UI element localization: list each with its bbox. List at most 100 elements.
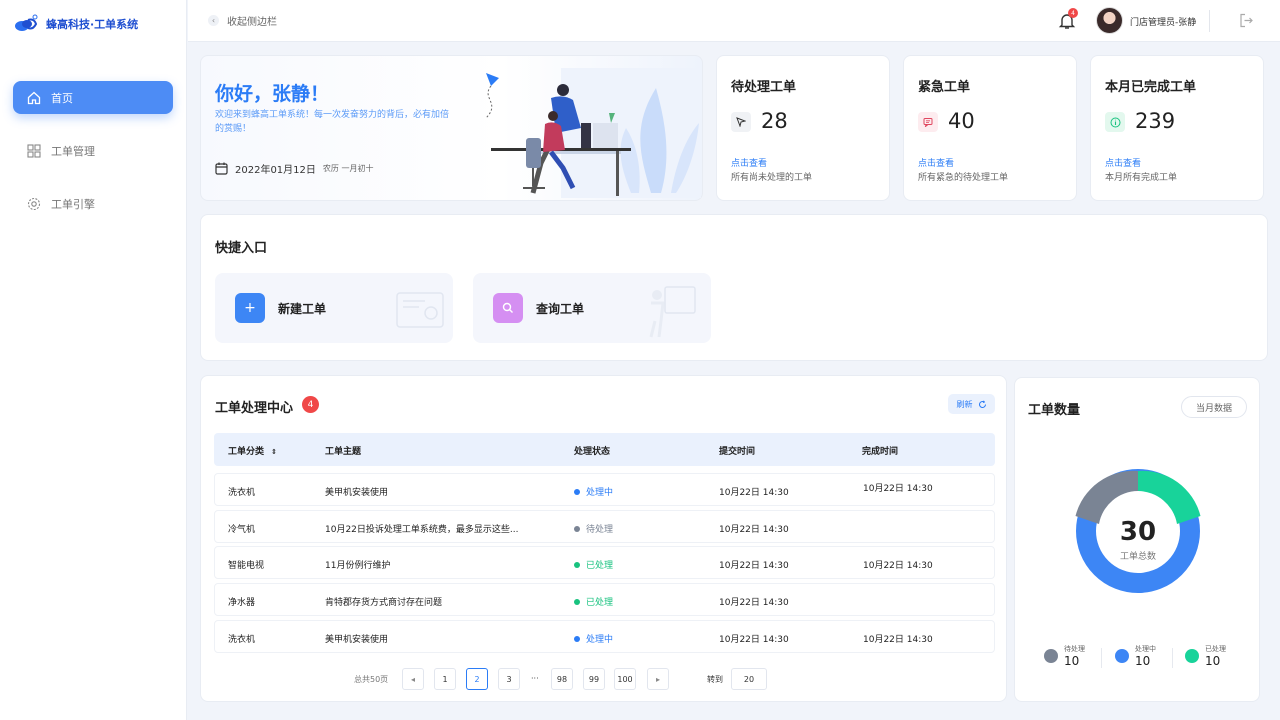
column-header-subject: 工单主题: [325, 447, 362, 457]
cell-status: 处理中: [574, 485, 613, 498]
table-row[interactable]: 洗衣机 美甲机安装使用 处理中 10月22日 14:30 10月22日 14:3…: [214, 473, 995, 506]
brand-logo[interactable]: 蜂高科技·工单系统: [14, 12, 138, 36]
welcome-message: 欢迎来到蜂高工单系统！每一次发奋努力的背后，必有加倍的赏赐！: [215, 110, 450, 134]
sidebar-item-home[interactable]: 首页: [13, 81, 173, 114]
ticket-center-title: 工单处理中心: [215, 401, 294, 416]
new-ticket-button[interactable]: + 新建工单: [215, 273, 453, 343]
legend-swatch: [1044, 649, 1058, 663]
cell-submit-time: 10月22日 14:30: [719, 488, 789, 498]
status-dot: [574, 635, 580, 642]
quick-entry-card: 快捷入口 + 新建工单 查询工单: [200, 214, 1268, 361]
info-icon: [1105, 112, 1125, 132]
table-row[interactable]: 智能电视 11月份例行维护 已处理 10月22日 14:30 10月22日 14…: [214, 546, 995, 579]
donut-total-label: 工单总数: [1120, 550, 1156, 562]
logout-icon[interactable]: [1239, 13, 1254, 28]
cell-submit-time: 10月22日 14:30: [719, 598, 789, 608]
view-completed-link[interactable]: 点击查看: [1105, 156, 1141, 169]
document-illustration-icon: [396, 292, 444, 328]
column-header-complete-time: 完成时间: [862, 447, 899, 457]
office-illustration: [485, 68, 701, 198]
page-button[interactable]: 100: [614, 668, 636, 690]
welcome-card: 你好，张静！ 欢迎来到蜂高工单系统！每一次发奋努力的背后，必有加倍的赏赐！ 20…: [200, 55, 703, 201]
collapse-sidebar-button[interactable]: ‹ 收起侧边栏: [208, 13, 277, 28]
goto-label: 转到: [707, 675, 723, 684]
avatar[interactable]: [1096, 7, 1123, 34]
sidebar: 蜂高科技·工单系统 首页 工单管理 工单引擎: [0, 0, 187, 720]
sidebar-item-ticket-engine[interactable]: 工单引擎: [13, 187, 173, 220]
greeting: 你好，张静！: [215, 83, 330, 105]
cell-status: 处理中: [574, 632, 613, 645]
search-ticket-button[interactable]: 查询工单: [473, 273, 711, 343]
month-filter-button[interactable]: 当月数据: [1181, 396, 1247, 418]
current-date: 2022年01月12日 农历 一月初十: [215, 161, 373, 176]
page-button[interactable]: 3: [498, 668, 520, 690]
divider: [1101, 648, 1102, 668]
page-button-current[interactable]: 2: [466, 668, 488, 690]
grid-icon: [27, 143, 41, 158]
cell-category: 洗衣机: [228, 635, 256, 645]
view-urgent-link[interactable]: 点击查看: [918, 156, 954, 169]
legend-label: 已处理: [1205, 645, 1226, 653]
legend-value: 10: [1064, 654, 1080, 668]
topbar: ‹ 收起侧边栏 4 门店管理员-张静: [188, 0, 1280, 42]
cell-submit-time: 10月22日 14:30: [719, 635, 789, 645]
refresh-button[interactable]: 刷新: [948, 394, 995, 414]
legend-swatch: [1185, 649, 1199, 663]
sidebar-item-label: 工单管理: [51, 144, 95, 158]
sort-icon[interactable]: ⇕: [271, 448, 277, 456]
legend-label: 待处理: [1064, 645, 1085, 653]
page-ellipsis: ···: [531, 674, 539, 683]
cell-complete-time: 10月22日 14:30: [863, 484, 933, 494]
table-header: 工单分类 ⇕ 工单主题 处理状态 提交时间 完成时间: [214, 433, 995, 466]
cell-subject: 美甲机安装使用: [325, 488, 389, 498]
table-row[interactable]: 净水器 肯特郡存货方式商讨存在问题 已处理 10月22日 14:30: [214, 583, 995, 616]
donut-total: 30: [1120, 517, 1156, 547]
stat-card-urgent: 紧急工单 40 点击查看 所有紧急的待处理工单: [903, 55, 1077, 201]
page-button[interactable]: 1: [434, 668, 456, 690]
total-pages: 总共50页: [354, 675, 389, 684]
ticket-count-title: 工单数量: [1028, 403, 1081, 418]
cursor-icon: [731, 112, 751, 132]
chevron-right-icon: ▸: [655, 674, 660, 684]
stat-title: 本月已完成工单: [1105, 80, 1197, 95]
sidebar-item-ticket-management[interactable]: 工单管理: [13, 134, 173, 167]
status-dot: [574, 488, 580, 495]
table-row[interactable]: 冷气机 10月22日投诉处理工单系统费，最多显示这些... 待处理 10月22日…: [214, 510, 995, 543]
cell-subject: 10月22日投诉处理工单系统费，最多显示这些...: [325, 525, 519, 535]
plus-icon: +: [235, 293, 265, 323]
stat-description: 所有紧急的待处理工单: [918, 173, 1009, 183]
legend-processing: 处理中 10: [1115, 644, 1156, 668]
gear-icon: [27, 197, 41, 210]
chevron-left-icon: ◂: [410, 674, 415, 684]
username[interactable]: 门店管理员-张静: [1130, 15, 1196, 28]
cell-category: 净水器: [228, 598, 256, 608]
date-text: 2022年01月12日: [235, 165, 316, 176]
sidebar-item-label: 工单引擎: [51, 197, 95, 211]
table-row[interactable]: 洗衣机 美甲机安装使用 处理中 10月22日 14:30 10月22日 14:3…: [214, 620, 995, 653]
cell-subject: 11月份例行维护: [325, 561, 391, 571]
prev-page-button[interactable]: ◂: [402, 668, 424, 690]
cell-category: 智能电视: [228, 561, 265, 571]
column-header-category[interactable]: 工单分类 ⇕: [228, 444, 277, 457]
cell-submit-time: 10月22日 14:30: [719, 561, 789, 571]
page-button[interactable]: 99: [583, 668, 605, 690]
column-header-submit-time: 提交时间: [719, 447, 756, 457]
cell-subject: 肯特郡存货方式商讨存在问题: [325, 598, 443, 608]
stat-title: 待处理工单: [731, 80, 797, 95]
cell-category: 洗衣机: [228, 488, 256, 498]
view-pending-link[interactable]: 点击查看: [731, 156, 767, 169]
stat-description: 所有尚未处理的工单: [731, 173, 813, 183]
sidebar-item-label: 首页: [51, 91, 73, 105]
ticket-center-card: 工单处理中心 4 刷新 工单分类 ⇕ 工单主题 处理状态 提交时间 完成时间 洗…: [200, 375, 1007, 702]
message-icon: [918, 112, 938, 132]
cell-complete-time: 10月22日 14:30: [863, 635, 933, 645]
column-header-status: 处理状态: [574, 447, 611, 457]
pagination: 总共50页 ◂ 1 2 3 ··· 98 99 100 ▸ 转到 20: [201, 667, 1008, 691]
collapse-sidebar-label: 收起侧边栏: [227, 17, 277, 28]
stat-value: 28: [761, 109, 788, 133]
page-button[interactable]: 98: [551, 668, 573, 690]
goto-page-input[interactable]: 20: [731, 668, 767, 690]
next-page-button[interactable]: ▸: [647, 668, 669, 690]
ticket-donut-chart: 30 工单总数: [1075, 469, 1201, 593]
status-dot: [574, 598, 580, 605]
